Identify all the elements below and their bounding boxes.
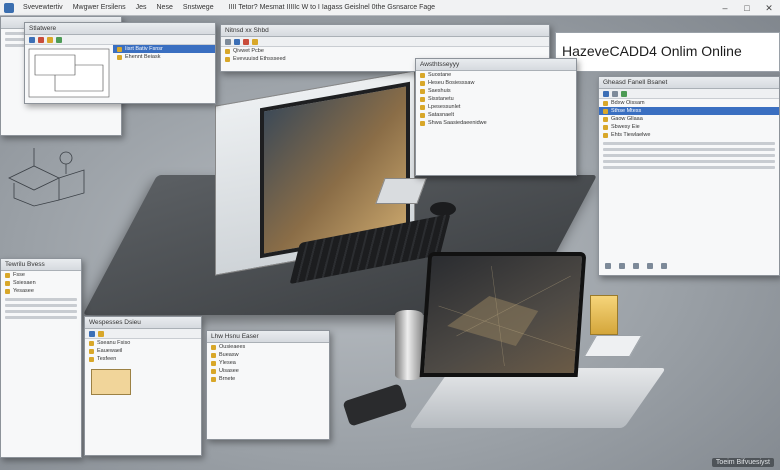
cylinder-object-image <box>395 310 423 380</box>
cad-wireframe-icon <box>8 148 85 207</box>
library-window[interactable]: Wespesses Dsieu Sseanu Fsiso Eauewaeil T… <box>84 316 202 456</box>
status-icon[interactable] <box>647 263 653 269</box>
tool-icon[interactable] <box>252 38 258 45</box>
list-item[interactable]: Brnete <box>207 375 329 383</box>
menu-tab-3[interactable]: Jes <box>131 4 152 11</box>
maximize-button[interactable]: □ <box>740 2 754 14</box>
tool-icon[interactable] <box>38 36 44 43</box>
layers-window-title[interactable]: Awsthtsseyyy <box>416 59 576 71</box>
properties-toolbar <box>221 37 549 47</box>
list-item[interactable]: Uisasee <box>207 367 329 375</box>
menu-tab-4[interactable]: Nese <box>152 4 178 11</box>
tool-icon[interactable] <box>243 38 249 45</box>
list-item[interactable]: Heseu Bosiesssaw <box>416 79 576 87</box>
list-item[interactable]: Shwa Saasiedaeenidwe <box>416 119 576 127</box>
list-item[interactable]: Bueasw <box>207 351 329 359</box>
floorplan-thumbnail-icon <box>28 48 110 98</box>
list-item[interactable]: Satasnaelt <box>416 111 576 119</box>
list-item[interactable]: Sbwesy Eie <box>599 123 779 131</box>
tool-icon[interactable] <box>89 330 95 337</box>
tool-icon[interactable] <box>47 36 53 43</box>
yellow-package-image <box>590 295 618 335</box>
list-item[interactable]: Ousieaees <box>207 343 329 351</box>
title-panel: HazeveCADD4 Onlim Online <box>555 32 780 72</box>
library-window-title[interactable]: Wespesses Dsieu <box>85 317 201 329</box>
status-icon[interactable] <box>605 263 611 269</box>
properties-window-title[interactable]: Nitnsd xx Shbd <box>221 25 549 37</box>
phone-image <box>342 383 408 427</box>
list-item[interactable]: Ehts Tiewlaelwe <box>599 131 779 139</box>
tool-icon[interactable] <box>603 90 609 97</box>
tool-icon[interactable] <box>234 38 240 45</box>
attributes-window-title[interactable]: Lhw Hsnu Easer <box>207 331 329 343</box>
window-title: IIII Tetor? Mesmat IIIIIc W to I Iagass … <box>228 4 436 11</box>
list-item[interactable]: Gaow Gllaaa <box>599 115 779 123</box>
box-object-image <box>583 335 643 357</box>
tool-icon[interactable] <box>29 36 35 43</box>
page-title: HazeveCADD4 Onlim Online <box>562 43 742 59</box>
list-item[interactable]: Sthse Mtess <box>599 107 779 115</box>
part-thumbnail-icon <box>91 369 131 395</box>
laptop-base-image <box>408 368 667 428</box>
tool-palette-title[interactable]: Tewrilu Bvess <box>1 259 81 271</box>
laptop-3d-model-icon <box>438 265 576 367</box>
list-item[interactable]: Fsse <box>1 271 81 279</box>
list-item[interactable]: Ehennt Beiask <box>113 53 215 61</box>
menu-tab-1[interactable]: Svevewtertiv <box>18 4 68 11</box>
tool-icon[interactable] <box>612 90 618 97</box>
list-item[interactable]: Lpesessunlet <box>416 103 576 111</box>
app-icon[interactable] <box>4 2 14 13</box>
tool-icon[interactable] <box>56 36 62 43</box>
status-icon[interactable] <box>633 263 639 269</box>
list-item[interactable]: Ylesea <box>207 359 329 367</box>
library-toolbar <box>85 329 201 339</box>
list-item[interactable]: Tesfeen <box>85 355 201 363</box>
close-button[interactable]: ✕ <box>762 2 776 14</box>
list-item[interactable]: Iisrt Bativ Fsnsr <box>113 45 215 53</box>
list-item[interactable]: Suostane <box>416 71 576 79</box>
panel-browser-toolbar <box>599 89 779 99</box>
status-icon[interactable] <box>661 263 667 269</box>
list-item[interactable]: Ssiesaen <box>1 279 81 287</box>
drawing-toolbar <box>25 35 215 45</box>
list-item[interactable]: Qivwet Pcbe <box>221 47 549 55</box>
list-item[interactable]: Saeshuis <box>416 87 576 95</box>
tool-icon[interactable] <box>225 38 231 45</box>
list-item[interactable]: Yesasee <box>1 287 81 295</box>
watermark: Toeim Bifvuesiyst <box>711 458 774 467</box>
tool-icon[interactable] <box>621 90 627 97</box>
minimize-button[interactable]: – <box>718 2 732 14</box>
tool-palette-window[interactable]: Tewrilu Bvess Fsse Ssiesaen Yesasee <box>0 258 82 458</box>
list-item[interactable]: Eauewaeil <box>85 347 201 355</box>
panel-browser-title[interactable]: Gheasd Fanell Bsanet <box>599 77 779 89</box>
tool-icon[interactable] <box>98 330 104 337</box>
mouse-image <box>430 202 456 216</box>
top-menubar: Svevewtertiv Mwgwer Ersilens Jes Nese Sn… <box>0 0 780 16</box>
panel-browser-window[interactable]: Gheasd Fanell Bsanet Bdxw Oissam Sthse M… <box>598 76 780 276</box>
menu-tab-5[interactable]: Snstwege <box>178 4 219 11</box>
attributes-window[interactable]: Lhw Hsnu Easer Ousieaees Bueasw Ylesea U… <box>206 330 330 440</box>
laptop-screen-image <box>419 252 587 377</box>
menu-tab-2[interactable]: Mwgwer Ersilens <box>68 4 131 11</box>
layers-window[interactable]: Awsthtsseyyy Suostane Heseu Bosiesssaw S… <box>415 58 577 176</box>
drawing-window[interactable]: Stlatwere Iisrt Bativ Fsnsr Ehennt Beias… <box>24 22 216 104</box>
list-item[interactable]: Sseanu Fsiso <box>85 339 201 347</box>
status-icon[interactable] <box>619 263 625 269</box>
list-item[interactable]: Sisstanetu <box>416 95 576 103</box>
drawing-window-title[interactable]: Stlatwere <box>25 23 215 35</box>
list-item[interactable]: Bdxw Oissam <box>599 99 779 107</box>
